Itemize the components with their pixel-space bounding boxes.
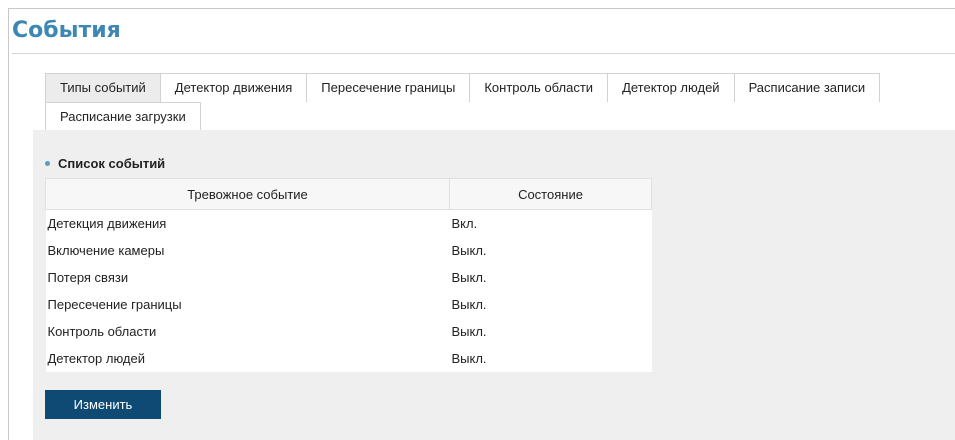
tab-event-types[interactable]: Типы событий — [45, 73, 161, 102]
title-divider — [12, 53, 955, 54]
section-title: Список событий — [45, 156, 165, 171]
tab-motion-detector[interactable]: Детектор движения — [159, 73, 308, 102]
tab-people-detector[interactable]: Детектор людей — [607, 73, 735, 102]
event-state: Выкл. — [449, 237, 652, 264]
table-row: Пересечение границы Выкл. — [45, 291, 652, 318]
event-name: Детектор людей — [45, 345, 450, 372]
event-state: Выкл. — [449, 264, 652, 291]
table-row: Детектор людей Выкл. — [45, 345, 652, 372]
events-table: Тревожное событие Состояние Детекция дви… — [45, 178, 652, 372]
tab-area-control[interactable]: Контроль области — [469, 73, 609, 102]
event-name: Пересечение границы — [45, 291, 450, 318]
column-header-state: Состояние — [449, 178, 652, 210]
tab-line-crossing[interactable]: Пересечение границы — [306, 73, 471, 102]
event-name: Потеря связи — [45, 264, 450, 291]
table-row: Детекция движения Вкл. — [45, 209, 652, 237]
tab-row-1: Типы событий Детектор движения Пересечен… — [45, 73, 955, 102]
tab-bar: Типы событий Детектор движения Пересечен… — [45, 73, 955, 131]
edit-button[interactable]: Изменить — [45, 390, 161, 419]
events-panel: Список событий Тревожное событие Состоян… — [33, 130, 955, 440]
bullet-icon — [45, 161, 50, 166]
event-name: Контроль области — [45, 318, 450, 345]
table-row: Контроль области Выкл. — [45, 318, 652, 345]
event-state: Выкл. — [449, 345, 652, 372]
event-name: Включение камеры — [45, 237, 450, 264]
column-header-event: Тревожное событие — [45, 178, 450, 210]
event-state: Вкл. — [449, 209, 652, 237]
tab-record-schedule[interactable]: Расписание записи — [733, 73, 881, 102]
event-name: Детекция движения — [45, 209, 450, 237]
table-row: Включение камеры Выкл. — [45, 237, 652, 264]
tab-upload-schedule[interactable]: Расписание загрузки — [45, 102, 201, 130]
table-header-row: Тревожное событие Состояние — [45, 178, 652, 210]
page-title: События — [12, 18, 121, 43]
event-state: Выкл. — [449, 318, 652, 345]
event-state: Выкл. — [449, 291, 652, 318]
table-row: Потеря связи Выкл. — [45, 264, 652, 291]
tab-row-2: Расписание загрузки — [45, 102, 955, 131]
section-title-text: Список событий — [58, 156, 166, 171]
